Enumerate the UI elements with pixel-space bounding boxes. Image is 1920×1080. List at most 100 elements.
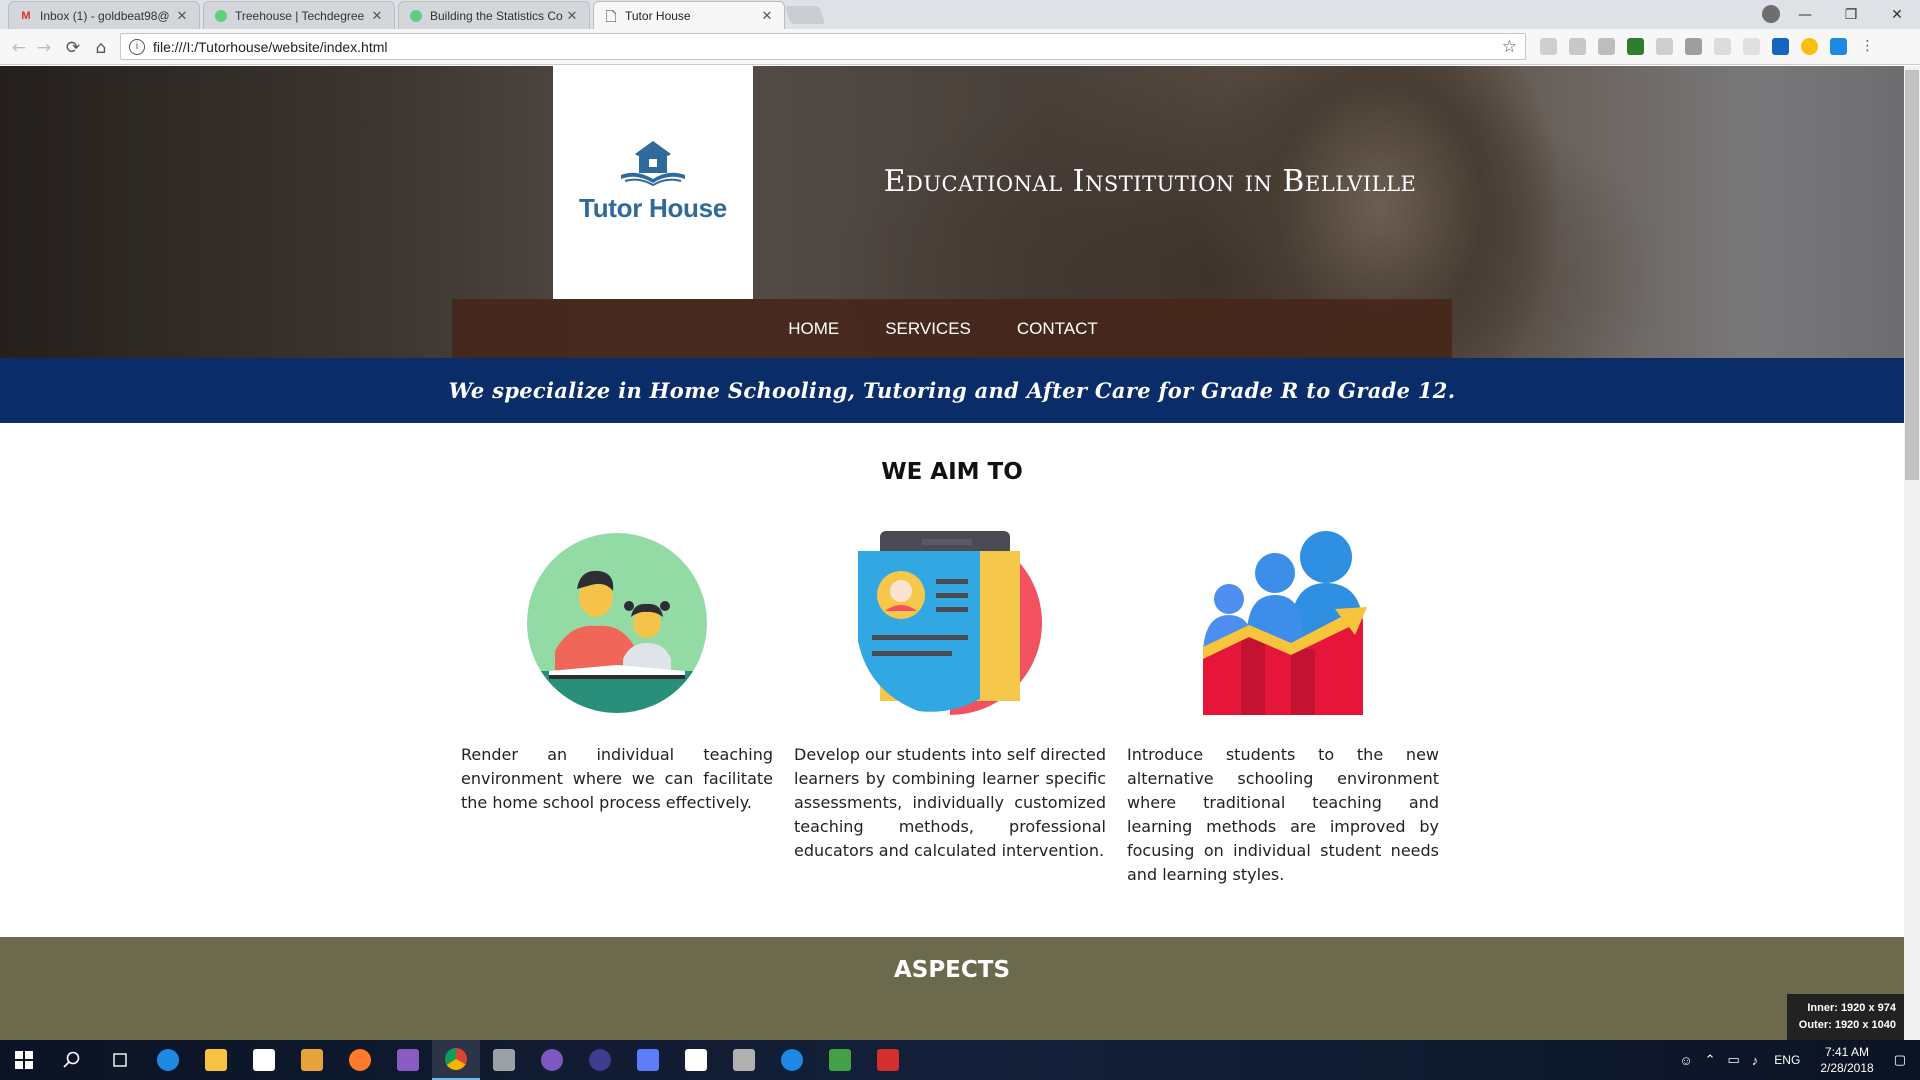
tab-tutor-house[interactable]: Tutor House ✕ bbox=[593, 1, 785, 29]
aim-item: Introduce students to the new alternativ… bbox=[1127, 531, 1439, 887]
site-logo[interactable]: Tutor House bbox=[553, 66, 753, 299]
windows-start-icon[interactable] bbox=[0, 1040, 48, 1080]
language-indicator[interactable]: ENG bbox=[1774, 1053, 1800, 1067]
window-resizer-icon[interactable] bbox=[1772, 38, 1789, 55]
growth-chart-icon bbox=[1191, 531, 1375, 715]
nav-contact[interactable]: CONTACT bbox=[1017, 319, 1098, 339]
firefox-icon[interactable] bbox=[336, 1040, 384, 1080]
chrome-icon[interactable] bbox=[432, 1040, 480, 1080]
gmail-icon: M bbox=[21, 9, 31, 22]
extension-icon[interactable] bbox=[1598, 38, 1615, 55]
tab-title: Tutor House bbox=[625, 8, 691, 23]
clock-date: 2/28/2018 bbox=[1820, 1061, 1874, 1075]
aim-text: Introduce students to the new alternativ… bbox=[1127, 745, 1439, 884]
reload-button[interactable]: ⟳ bbox=[62, 37, 84, 59]
app-icon[interactable] bbox=[720, 1040, 768, 1080]
app-icon[interactable] bbox=[480, 1040, 528, 1080]
banner-text: We specialize in Home Schooling, Tutorin… bbox=[448, 378, 1456, 403]
volume-icon[interactable]: ♪ bbox=[1752, 1053, 1759, 1068]
browser-toolbar: ← → ⟳ ⌂ i file:///I:/Tutorhouse/website/… bbox=[0, 29, 1920, 65]
screenshot-icon[interactable] bbox=[1685, 38, 1702, 55]
home-button[interactable]: ⌂ bbox=[90, 37, 112, 59]
main-nav: HOME SERVICES CONTACT bbox=[452, 299, 1452, 358]
specialty-banner: We specialize in Home Schooling, Tutorin… bbox=[0, 358, 1904, 423]
tab-inbox[interactable]: M Inbox (1) - goldbeat98@ ✕ bbox=[8, 1, 200, 29]
extension-icon[interactable] bbox=[1569, 38, 1586, 55]
extension-icon[interactable] bbox=[1743, 38, 1760, 55]
aspects-heading: ASPECTS bbox=[893, 957, 1011, 983]
task-view-icon[interactable] bbox=[96, 1040, 144, 1080]
profile-icon[interactable] bbox=[1762, 5, 1780, 23]
nav-home[interactable]: HOME bbox=[788, 319, 839, 339]
aim-text: Develop our students into self directed … bbox=[794, 745, 1106, 860]
extension-icon[interactable] bbox=[1830, 38, 1847, 55]
css-extension-icon[interactable] bbox=[1627, 38, 1644, 55]
aim-item: Render an individual teaching environmen… bbox=[461, 531, 773, 815]
network-app-icon[interactable] bbox=[624, 1040, 672, 1080]
window-controls: — ❐ ✕ bbox=[1782, 0, 1920, 29]
notification-icon[interactable]: ▢ bbox=[1894, 1052, 1906, 1068]
file-explorer-icon[interactable] bbox=[192, 1040, 240, 1080]
bookmark-star-icon[interactable]: ☆ bbox=[1502, 37, 1517, 57]
treehouse-icon bbox=[409, 9, 423, 23]
close-icon[interactable]: ✕ bbox=[175, 8, 189, 24]
spreadsheet-icon[interactable] bbox=[816, 1040, 864, 1080]
eclipse-icon[interactable] bbox=[576, 1040, 624, 1080]
sun-icon[interactable] bbox=[1801, 38, 1818, 55]
menu-icon[interactable]: ⋮ bbox=[1859, 38, 1876, 55]
people-icon[interactable]: ☺ bbox=[1679, 1053, 1692, 1068]
app-icon[interactable] bbox=[528, 1040, 576, 1080]
address-bar[interactable]: i file:///I:/Tutorhouse/website/index.ht… bbox=[120, 33, 1526, 60]
extension-icons: ⋮ bbox=[1540, 38, 1876, 55]
tab-title: Treehouse | Techdegree bbox=[235, 8, 365, 23]
pdf-icon[interactable] bbox=[864, 1040, 912, 1080]
url-text[interactable]: file:///I:/Tutorhouse/website/index.html bbox=[153, 39, 387, 55]
extension-icon[interactable] bbox=[1714, 38, 1731, 55]
nav-services[interactable]: SERVICES bbox=[885, 319, 971, 339]
visual-studio-icon[interactable] bbox=[384, 1040, 432, 1080]
aim-text: Render an individual teaching environmen… bbox=[461, 745, 773, 812]
site-tagline: Educational Institution in Bellville bbox=[883, 164, 1417, 199]
minimize-button[interactable]: — bbox=[1782, 0, 1828, 29]
chevron-up-icon[interactable]: ⌃ bbox=[1705, 1052, 1716, 1068]
teacher-student-icon bbox=[525, 531, 709, 715]
viewport-size-tooltip: Inner: 1920 x 974 Outer: 1920 x 1040 bbox=[1787, 994, 1904, 1040]
back-button[interactable]: ← bbox=[8, 37, 30, 59]
store-icon[interactable] bbox=[240, 1040, 288, 1080]
windows-taskbar: ☺ ⌃ ▭ ♪ ENG 7:41 AM 2/28/2018 ▢ bbox=[0, 1040, 1920, 1080]
student-profile-icon bbox=[858, 531, 1042, 715]
tab-title: Building the Statistics Co bbox=[430, 8, 563, 23]
aim-heading: WE AIM TO bbox=[881, 459, 1023, 485]
close-icon[interactable]: ✕ bbox=[760, 8, 774, 24]
app-icon[interactable] bbox=[768, 1040, 816, 1080]
logo-text: Tutor House bbox=[579, 193, 727, 223]
restore-button[interactable]: ❐ bbox=[1828, 0, 1874, 29]
system-tray: ☺ ⌃ ▭ ♪ ENG 7:41 AM 2/28/2018 ▢ bbox=[1673, 1040, 1920, 1080]
scrollbar-thumb[interactable] bbox=[1905, 70, 1919, 480]
search-icon[interactable] bbox=[48, 1040, 96, 1080]
close-icon[interactable]: ✕ bbox=[370, 8, 384, 24]
tab-strip: M Inbox (1) - goldbeat98@ ✕ Treehouse | … bbox=[0, 0, 1920, 29]
network-icon[interactable]: ▭ bbox=[1728, 1052, 1740, 1068]
edge-icon[interactable] bbox=[144, 1040, 192, 1080]
aspects-section: ASPECTS bbox=[0, 937, 1904, 1040]
tab-title: Inbox (1) - goldbeat98@ bbox=[40, 8, 170, 23]
inner-size: Inner: 1920 x 974 bbox=[1807, 1002, 1896, 1014]
close-icon[interactable]: ✕ bbox=[565, 8, 579, 24]
outer-size: Outer: 1920 x 1040 bbox=[1798, 1019, 1896, 1031]
new-tab-button[interactable] bbox=[784, 6, 826, 24]
extension-icon[interactable] bbox=[1540, 38, 1557, 55]
close-window-button[interactable]: ✕ bbox=[1874, 0, 1920, 29]
clock[interactable]: 7:41 AM 2/28/2018 bbox=[1820, 1044, 1873, 1076]
info-icon[interactable]: i bbox=[129, 38, 145, 55]
treehouse-icon bbox=[214, 9, 228, 23]
aim-item: Develop our students into self directed … bbox=[794, 531, 1106, 863]
gear-icon[interactable] bbox=[1656, 38, 1673, 55]
mail-icon[interactable] bbox=[672, 1040, 720, 1080]
house-book-icon bbox=[621, 141, 685, 187]
forward-button[interactable]: → bbox=[33, 37, 55, 59]
tab-treehouse[interactable]: Treehouse | Techdegree ✕ bbox=[203, 1, 395, 29]
media-player-icon[interactable] bbox=[288, 1040, 336, 1080]
clock-time: 7:41 AM bbox=[1824, 1045, 1870, 1059]
tab-statistics[interactable]: Building the Statistics Co ✕ bbox=[398, 1, 590, 29]
